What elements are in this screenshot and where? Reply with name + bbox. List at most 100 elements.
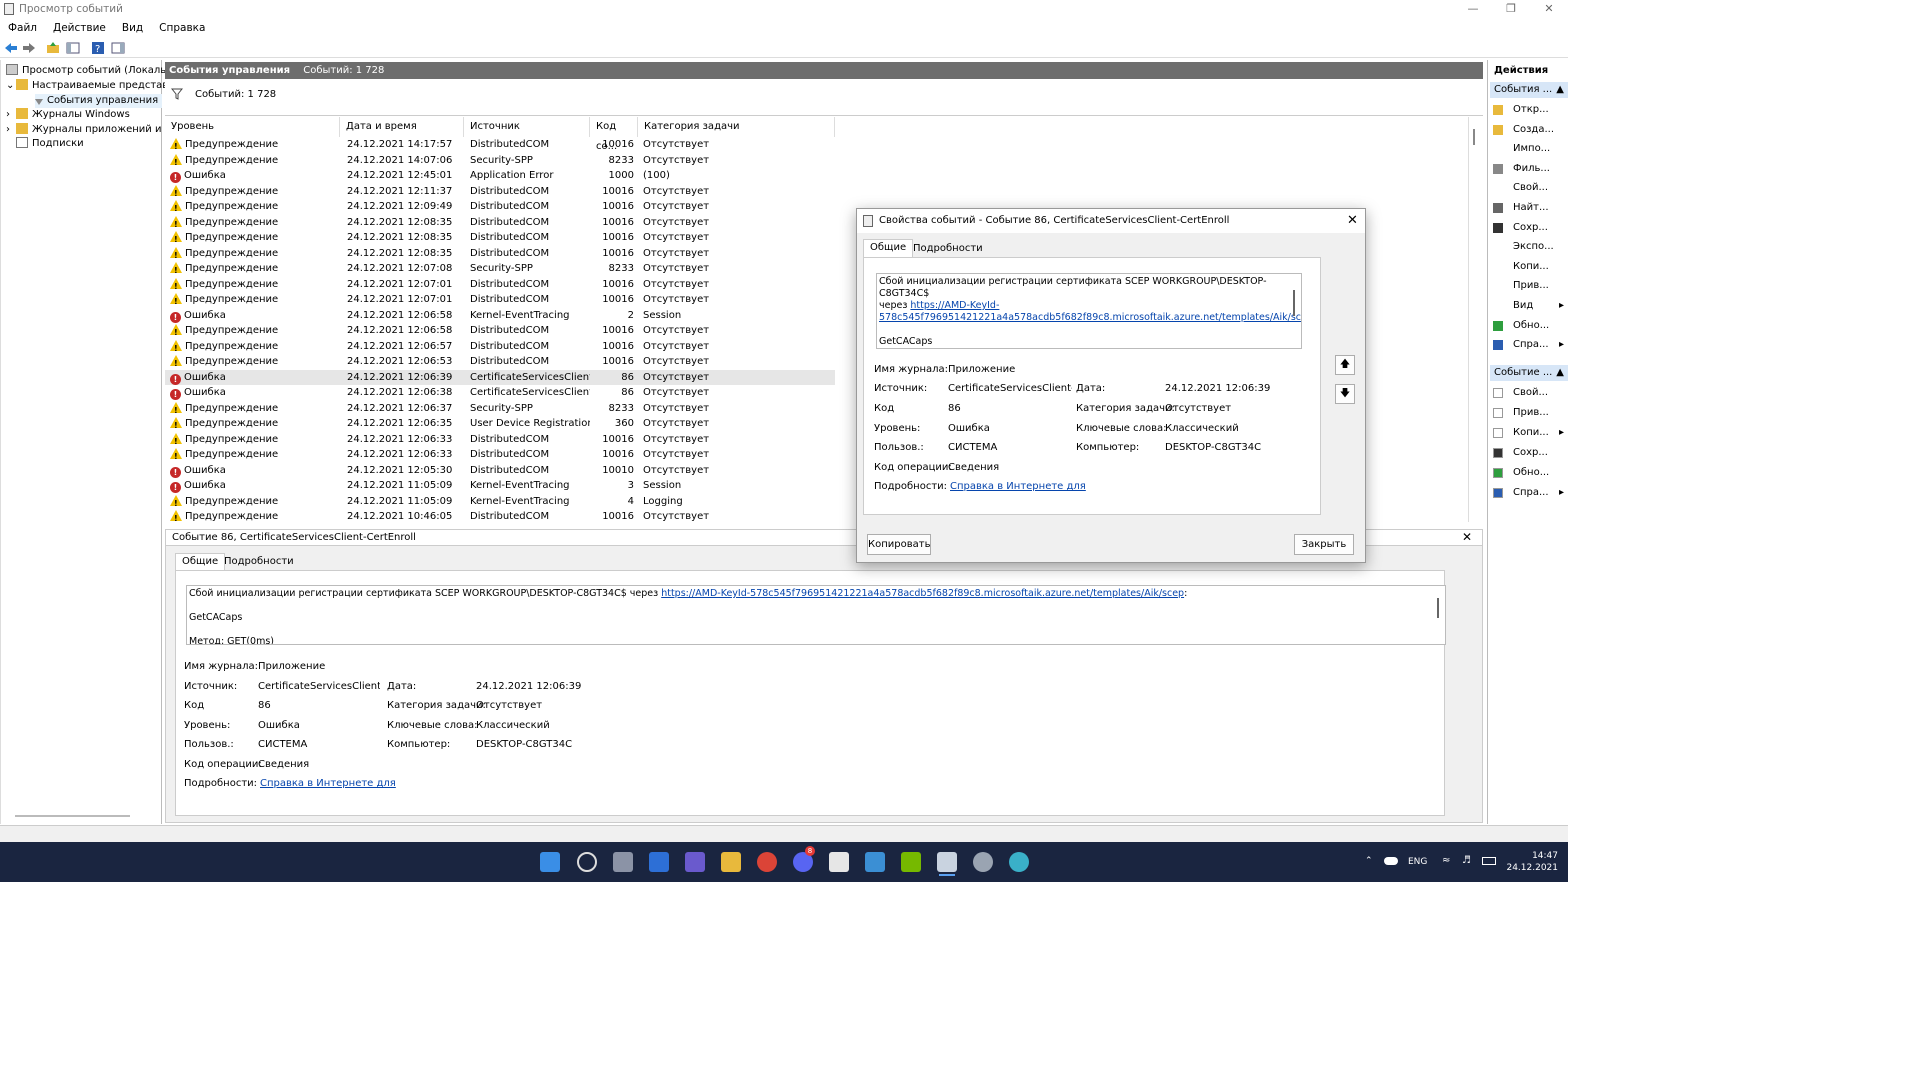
table-row[interactable]: Предупреждение 24.12.2021 12:08:35 Distrib… bbox=[165, 230, 835, 246]
preview-tab-details[interactable]: Подробности bbox=[218, 554, 300, 569]
column-header-level[interactable]: Уровень bbox=[165, 117, 340, 137]
table-row[interactable]: Предупреждение 24.12.2021 12:09:49 Distrib… bbox=[165, 199, 835, 215]
dialog-tab-general[interactable]: Общие bbox=[863, 239, 914, 257]
action-item[interactable]: Откр... bbox=[1488, 101, 1568, 119]
tree-admin-events[interactable]: События управления bbox=[35, 94, 163, 108]
tray-chevron-up-icon[interactable]: ⌃ bbox=[1365, 856, 1373, 866]
table-row[interactable]: Предупреждение 24.12.2021 12:07:08 Securit… bbox=[165, 261, 835, 277]
column-header-date[interactable]: Дата и время bbox=[340, 117, 464, 137]
action-item[interactable]: Найт... bbox=[1488, 199, 1568, 217]
table-row[interactable]: ! Ошибка 24.12.2021 11:05:09 Kernel-EventTr… bbox=[165, 478, 835, 494]
table-row[interactable]: Предупреждение 24.12.2021 12:06:33 Distrib… bbox=[165, 447, 835, 463]
chat-icon[interactable] bbox=[685, 852, 705, 872]
store-icon[interactable] bbox=[829, 852, 849, 872]
chrome-icon[interactable] bbox=[757, 852, 777, 872]
volume-icon[interactable]: ♬ bbox=[1462, 855, 1471, 866]
action-item[interactable]: Прив... bbox=[1488, 404, 1568, 422]
onedrive-cloud-icon[interactable] bbox=[1384, 857, 1398, 865]
next-event-button[interactable]: 🡇 bbox=[1335, 384, 1355, 404]
start-icon[interactable] bbox=[540, 852, 560, 872]
back-arrow-icon[interactable] bbox=[4, 41, 18, 55]
table-row[interactable]: ! Ошибка 24.12.2021 12:06:38 CertificateSer… bbox=[165, 385, 835, 401]
events-vertical-scrollbar[interactable] bbox=[1468, 117, 1482, 522]
event-viewer-taskbar-icon[interactable] bbox=[937, 852, 957, 876]
table-row[interactable]: Предупреждение 24.12.2021 14:07:06 Securit… bbox=[165, 153, 835, 168]
settings-gear-icon[interactable] bbox=[973, 852, 993, 872]
action-item[interactable]: Экспо... bbox=[1488, 238, 1568, 256]
chevron-right-icon[interactable]: › bbox=[6, 123, 16, 137]
wifi-icon[interactable]: ≈ bbox=[1442, 855, 1450, 866]
chevron-down-icon[interactable]: ⌄ bbox=[6, 79, 16, 93]
photos-icon[interactable] bbox=[865, 852, 885, 872]
action-item[interactable]: Созда... bbox=[1488, 121, 1568, 139]
table-row[interactable]: Предупреждение 24.12.2021 14:17:57 Distrib… bbox=[165, 137, 835, 153]
tree-subscriptions[interactable]: Подписки bbox=[16, 137, 84, 151]
help-icon[interactable]: ? bbox=[91, 41, 105, 55]
tree-horizontal-scrollbar[interactable] bbox=[15, 815, 130, 817]
table-row[interactable]: ! Ошибка 24.12.2021 12:06:39 CertificateSer… bbox=[165, 369, 835, 385]
tree-windows-logs[interactable]: › Журналы Windows bbox=[6, 108, 130, 122]
language-indicator[interactable]: ENG bbox=[1408, 857, 1427, 867]
dialog-description-link[interactable]: https://AMD-KeyId- bbox=[910, 300, 999, 311]
column-header-category[interactable]: Категория задачи bbox=[638, 117, 835, 137]
dialog-online-help-link[interactable]: Справка в Интернете для bbox=[950, 481, 1086, 492]
action-item[interactable]: Обно... bbox=[1488, 317, 1568, 335]
show-hide-action-pane-icon[interactable] bbox=[111, 41, 125, 55]
menu-file[interactable]: Файл bbox=[0, 19, 45, 37]
collapse-arrow-icon[interactable]: ▲ bbox=[1556, 82, 1564, 98]
dialog-close-icon[interactable]: ✕ bbox=[1347, 209, 1358, 233]
search-icon[interactable] bbox=[577, 852, 597, 872]
copy-button[interactable]: Копировать bbox=[867, 534, 931, 555]
previous-event-button[interactable]: 🡅 bbox=[1335, 355, 1355, 375]
close-window-button[interactable]: ✕ bbox=[1530, 0, 1568, 19]
action-item[interactable]: Сохр... bbox=[1488, 219, 1568, 237]
preview-close-icon[interactable]: ✕ bbox=[1462, 530, 1472, 545]
table-row[interactable]: Предупреждение 24.12.2021 12:06:33 Distrib… bbox=[165, 432, 835, 447]
action-item[interactable]: Вид ▸ bbox=[1488, 297, 1568, 315]
tree-root[interactable]: Просмотр событий (Локальный) bbox=[6, 64, 191, 78]
close-button[interactable]: Закрыть bbox=[1294, 534, 1354, 555]
action-item[interactable]: Копи... bbox=[1488, 258, 1568, 276]
menu-action[interactable]: Действие bbox=[45, 19, 114, 37]
discord-icon[interactable]: 8 bbox=[793, 846, 815, 872]
table-row[interactable]: Предупреждение 24.12.2021 12:06:37 Securit… bbox=[165, 401, 835, 416]
menu-view[interactable]: Вид bbox=[114, 19, 151, 37]
table-row[interactable]: Предупреждение 24.12.2021 12:07:01 Distrib… bbox=[165, 277, 835, 292]
action-item[interactable]: Филь... bbox=[1488, 160, 1568, 178]
table-row[interactable]: Предупреждение 24.12.2021 12:07:01 Distrib… bbox=[165, 292, 835, 308]
action-item[interactable]: Спра... ▸ bbox=[1488, 336, 1568, 354]
show-hide-tree-icon[interactable] bbox=[66, 41, 80, 55]
file-explorer-icon[interactable] bbox=[721, 852, 741, 872]
table-row[interactable]: Предупреждение 24.12.2021 12:08:35 Distrib… bbox=[165, 246, 835, 261]
clock[interactable]: 14:47 24.12.2021 bbox=[1506, 850, 1558, 874]
action-item[interactable]: Обно... bbox=[1488, 464, 1568, 482]
chevron-right-icon[interactable]: › bbox=[6, 108, 16, 122]
table-row[interactable]: Предупреждение 24.12.2021 12:06:35 User De… bbox=[165, 416, 835, 432]
table-row[interactable]: Предупреждение 24.12.2021 12:06:58 Distrib… bbox=[165, 323, 835, 339]
action-item[interactable]: Спра... ▸ bbox=[1488, 484, 1568, 502]
action-item[interactable]: Сохр... bbox=[1488, 444, 1568, 462]
maximize-button[interactable]: ❐ bbox=[1492, 0, 1530, 19]
table-row[interactable]: ! Ошибка 24.12.2021 12:06:58 Kernel-EventTr… bbox=[165, 308, 835, 324]
action-item[interactable]: Копи... ▸ bbox=[1488, 424, 1568, 442]
table-row[interactable]: Предупреждение 24.12.2021 12:08:35 Distrib… bbox=[165, 215, 835, 230]
scrollbar-thumb[interactable] bbox=[1473, 129, 1475, 145]
column-header-source[interactable]: Источник bbox=[464, 117, 590, 137]
table-row[interactable]: ! Ошибка 24.12.2021 12:45:01 Application Er… bbox=[165, 168, 835, 184]
column-header-code[interactable]: Код со... bbox=[590, 117, 638, 152]
minimize-button[interactable]: — bbox=[1454, 0, 1492, 19]
forward-arrow-icon[interactable] bbox=[22, 41, 36, 55]
table-row[interactable]: ! Ошибка 24.12.2021 12:05:30 DistributedCOM… bbox=[165, 463, 835, 479]
task-view-icon[interactable] bbox=[613, 852, 633, 872]
table-row[interactable]: Предупреждение 24.12.2021 12:06:53 Distrib… bbox=[165, 354, 835, 370]
network-globe-icon[interactable] bbox=[1009, 852, 1029, 872]
table-row[interactable]: Предупреждение 24.12.2021 10:46:05 Distrib… bbox=[165, 509, 835, 522]
description-scrollbar[interactable] bbox=[1437, 598, 1439, 618]
battery-icon[interactable] bbox=[1482, 857, 1496, 865]
menu-help[interactable]: Справка bbox=[151, 19, 213, 37]
table-row[interactable]: Предупреждение 24.12.2021 11:05:09 Kernel-… bbox=[165, 494, 835, 509]
folder-up-icon[interactable] bbox=[46, 41, 60, 55]
table-row[interactable]: Предупреждение 24.12.2021 12:11:37 Distrib… bbox=[165, 184, 835, 199]
action-item[interactable]: Свой... bbox=[1488, 179, 1568, 197]
actions-section-event[interactable]: Событие ... ▲ bbox=[1490, 365, 1568, 381]
